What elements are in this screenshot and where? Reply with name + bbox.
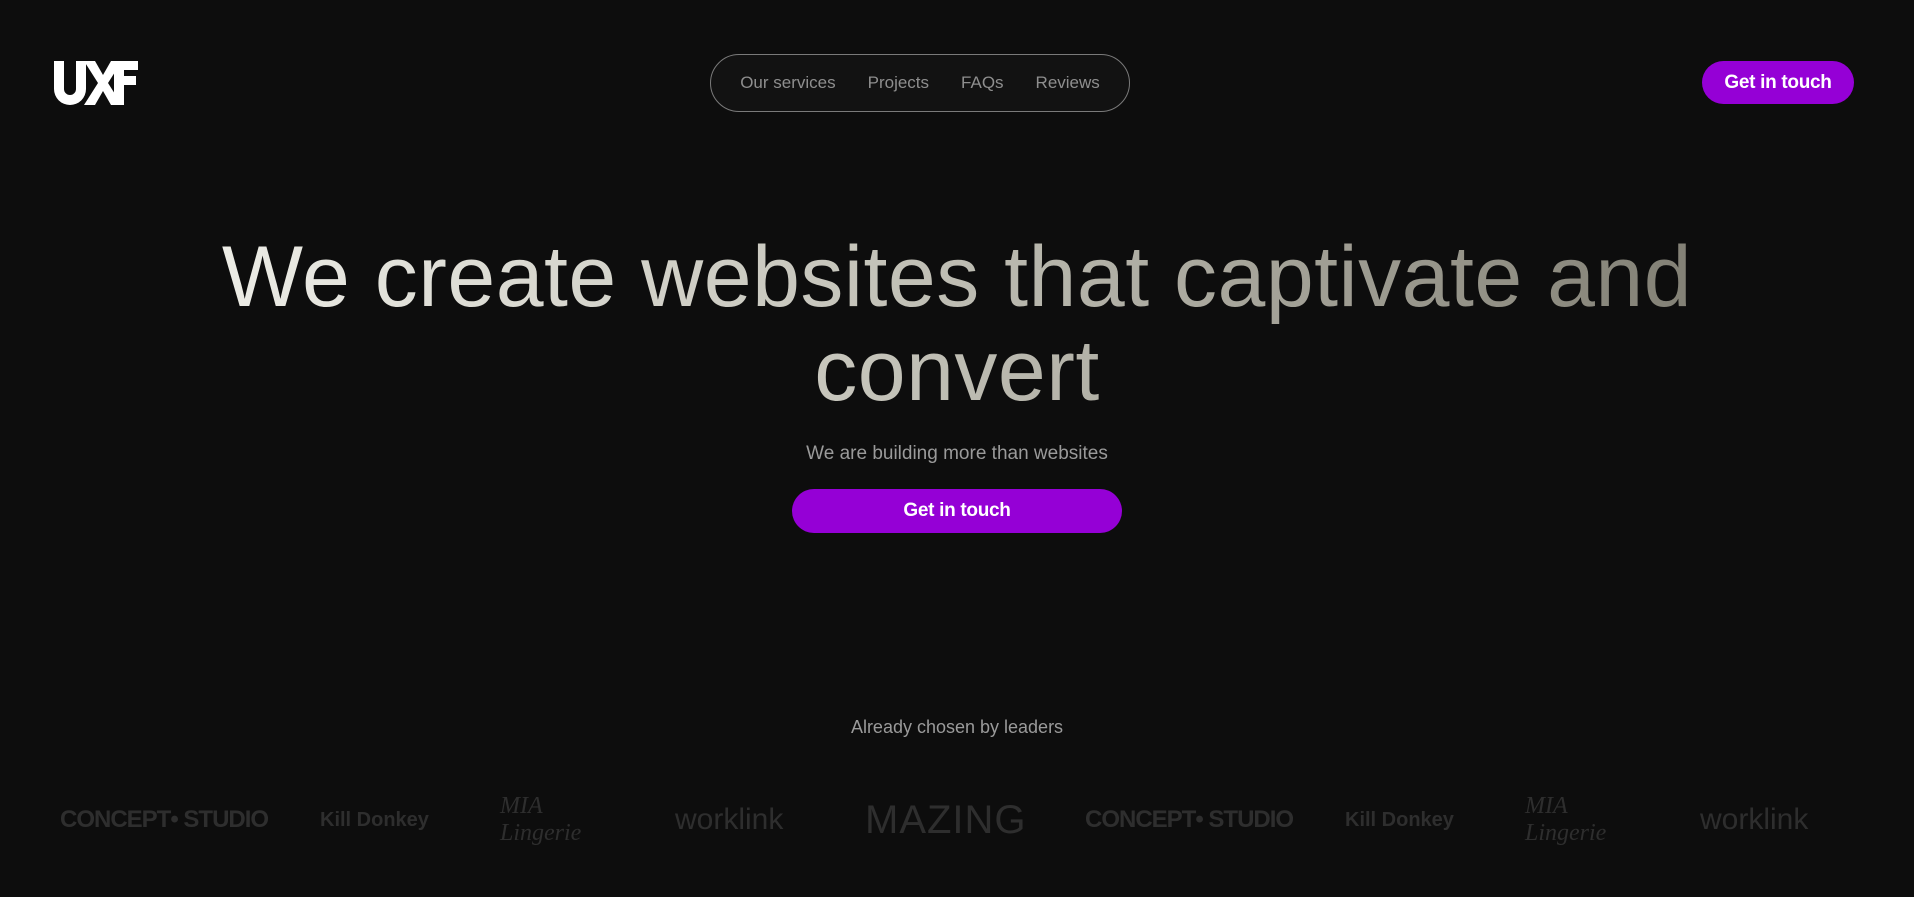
client-logo-mia-lingerie: MIA Lingerie — [1525, 793, 1607, 846]
client-logo-kill-donkey: Kill Donkey — [1345, 809, 1454, 831]
nav-faqs[interactable]: FAQs — [961, 73, 1004, 93]
clients-heading: Already chosen by leaders — [850, 717, 1064, 737]
nav-reviews[interactable]: Reviews — [1036, 73, 1100, 93]
hero-subtitle: We are building more than websites — [806, 443, 1108, 464]
uxf-logo[interactable] — [54, 61, 138, 105]
client-logo-concept-studio: CONCEPT• STUDIO — [1085, 806, 1294, 833]
main-nav: Our services Projects FAQs Reviews — [710, 54, 1130, 112]
client-logo-mia-lingerie: MIA Lingerie — [500, 793, 582, 846]
hero-title: We create websites that captivate and co… — [157, 230, 1757, 418]
client-logos: CONCEPT• STUDIO Kill Donkey MIA Lingerie… — [60, 793, 1860, 846]
hero: We create websites that captivate and co… — [0, 230, 1914, 533]
client-logo-worklink: worklink — [675, 803, 784, 836]
client-logo-concept-studio: CONCEPT• STUDIO — [60, 806, 269, 833]
nav-projects[interactable]: Projects — [868, 73, 929, 93]
client-logo-worklink: worklink — [1700, 803, 1809, 836]
nav-our-services[interactable]: Our services — [740, 73, 835, 93]
client-logo-mazing: MAZING — [865, 797, 1027, 842]
hero-get-in-touch-button[interactable]: Get in touch — [792, 489, 1122, 533]
header-get-in-touch-button[interactable]: Get in touch — [1702, 61, 1854, 104]
client-logo-kill-donkey: Kill Donkey — [320, 809, 429, 831]
